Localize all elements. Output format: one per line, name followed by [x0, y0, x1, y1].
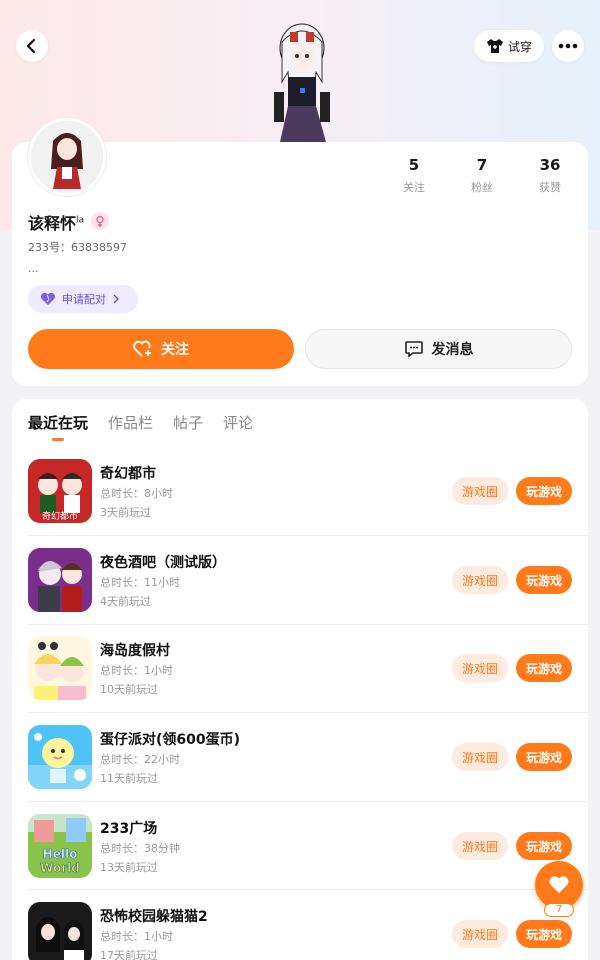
game-last-played: 11天前玩过 — [100, 772, 158, 785]
play-game-button[interactable]: 玩游戏 — [516, 920, 572, 948]
back-button[interactable] — [16, 30, 48, 62]
game-row[interactable]: 恐怖校园躲猫猫2 总时长：1小时 17天前玩过 游戏圈 玩游戏 — [28, 902, 588, 960]
follow-button[interactable]: 关注 — [28, 329, 294, 369]
game-title: 233广场 — [100, 821, 158, 837]
stat-followers[interactable]: 7 粉丝 — [452, 156, 512, 195]
divider — [28, 535, 588, 536]
game-icon[interactable] — [28, 548, 92, 612]
play-game-button[interactable]: 玩游戏 — [516, 743, 572, 771]
game-last-played: 13天前玩过 — [100, 861, 158, 874]
divider — [28, 712, 588, 713]
tab-posts[interactable]: 帖子 — [173, 412, 203, 433]
game-circle-button[interactable]: 游戏圈 — [452, 654, 508, 682]
send-message-button[interactable]: 发消息 — [305, 329, 572, 369]
followers-label: 粉丝 — [471, 181, 493, 194]
divider — [28, 624, 588, 625]
user-bio: ... — [28, 262, 39, 275]
username-suffix: la — [76, 215, 85, 226]
add-heart-icon — [133, 340, 151, 357]
game-row[interactable]: 奇幻都市 奇幻都市 总时长：8小时 3天前玩过 游戏圈 玩游戏 — [28, 459, 588, 547]
username-text: 该释怀 — [28, 214, 77, 233]
tab-works[interactable]: 作品栏 — [108, 412, 153, 433]
game-icon[interactable]: 奇幻都市 — [28, 459, 92, 523]
play-game-button[interactable]: 玩游戏 — [516, 654, 572, 682]
female-icon — [91, 212, 109, 230]
game-last-played: 10天前玩过 — [100, 683, 158, 696]
tab-recently-played[interactable]: 最近在玩 — [28, 412, 88, 433]
game-row[interactable]: 海岛度假村 总时长：1小时 10天前玩过 游戏圈 玩游戏 — [28, 636, 588, 724]
like-fab-button[interactable] — [535, 861, 583, 909]
game-icon[interactable]: Hello World — [28, 814, 92, 878]
game-title: 蛋仔派对(领600蛋币) — [100, 732, 241, 748]
try-on-label: 试穿 — [507, 39, 532, 54]
likes-count: 36 — [539, 156, 561, 174]
game-circle-button[interactable]: 游戏圈 — [452, 920, 508, 948]
stat-following[interactable]: 5 关注 — [384, 156, 444, 195]
send-message-label: 发消息 — [431, 342, 474, 358]
game-duration: 总时长：38分钟 — [100, 842, 180, 855]
game-duration: 总时长：22小时 — [100, 753, 180, 766]
heart-icon — [41, 292, 55, 305]
game-icon-text: 奇幻都市 — [42, 510, 78, 522]
user-avatar[interactable] — [28, 118, 106, 196]
game-title: 海岛度假村 — [100, 643, 170, 659]
game-title: 夜色酒吧（测试版） — [100, 555, 226, 571]
following-count: 5 — [408, 156, 420, 174]
chevron-left-icon — [26, 38, 36, 54]
game-row[interactable]: 夜色酒吧（测试版） 总时长：11小时 4天前玩过 游戏圈 玩游戏 — [28, 548, 588, 636]
game-title: 奇幻都市 — [100, 466, 156, 482]
tab-comments[interactable]: 评论 — [223, 412, 253, 433]
game-circle-button[interactable]: 游戏圈 — [452, 743, 508, 771]
more-dots-icon — [558, 43, 578, 49]
chevron-right-icon — [113, 294, 119, 304]
heart-icon — [549, 876, 569, 893]
game-circle-button[interactable]: 游戏圈 — [452, 566, 508, 594]
divider — [28, 889, 588, 890]
apply-pair-button[interactable]: 申请配对 — [28, 285, 138, 313]
user-id: 233号：63838597 — [28, 241, 127, 254]
likes-label: 获赞 — [539, 181, 561, 194]
follow-label: 关注 — [161, 342, 189, 358]
game-icon[interactable] — [28, 725, 92, 789]
game-icon[interactable] — [28, 902, 92, 960]
game-title: 恐怖校园躲猫猫2 — [100, 909, 208, 925]
avatar-3d-figure[interactable] — [264, 22, 340, 142]
tshirt-icon — [486, 39, 503, 53]
active-tab-indicator — [52, 438, 64, 441]
apply-pair-label: 申请配对 — [62, 293, 106, 306]
game-last-played: 17天前玩过 — [100, 949, 158, 960]
play-game-button[interactable]: 玩游戏 — [516, 477, 572, 505]
stat-likes[interactable]: 36 获赞 — [520, 156, 580, 195]
game-last-played: 3天前玩过 — [100, 506, 151, 519]
play-game-button[interactable]: 玩游戏 — [516, 832, 572, 860]
game-row[interactable]: 蛋仔派对(领600蛋币) 总时长：22小时 11天前玩过 游戏圈 玩游戏 — [28, 725, 588, 813]
following-label: 关注 — [403, 181, 425, 194]
more-options-button[interactable] — [552, 30, 584, 62]
username: 该释怀la — [28, 210, 84, 234]
play-game-button[interactable]: 玩游戏 — [516, 566, 572, 594]
game-duration: 总时长：1小时 — [100, 664, 173, 677]
game-icon-text-line1: Hello — [43, 847, 78, 861]
game-circle-button[interactable]: 游戏圈 — [452, 477, 508, 505]
divider — [28, 801, 588, 802]
game-duration: 总时长：8小时 — [100, 487, 173, 500]
game-icon[interactable] — [28, 636, 92, 700]
game-icon-text-line2: World — [40, 861, 80, 875]
game-duration: 总时长：1小时 — [100, 930, 173, 943]
like-count-badge: 7 — [544, 903, 574, 917]
game-duration: 总时长：11小时 — [100, 576, 180, 589]
try-on-button[interactable]: 试穿 — [474, 30, 544, 62]
followers-count: 7 — [476, 156, 488, 174]
game-last-played: 4天前玩过 — [100, 595, 151, 608]
chat-icon — [404, 341, 423, 358]
game-circle-button[interactable]: 游戏圈 — [452, 832, 508, 860]
